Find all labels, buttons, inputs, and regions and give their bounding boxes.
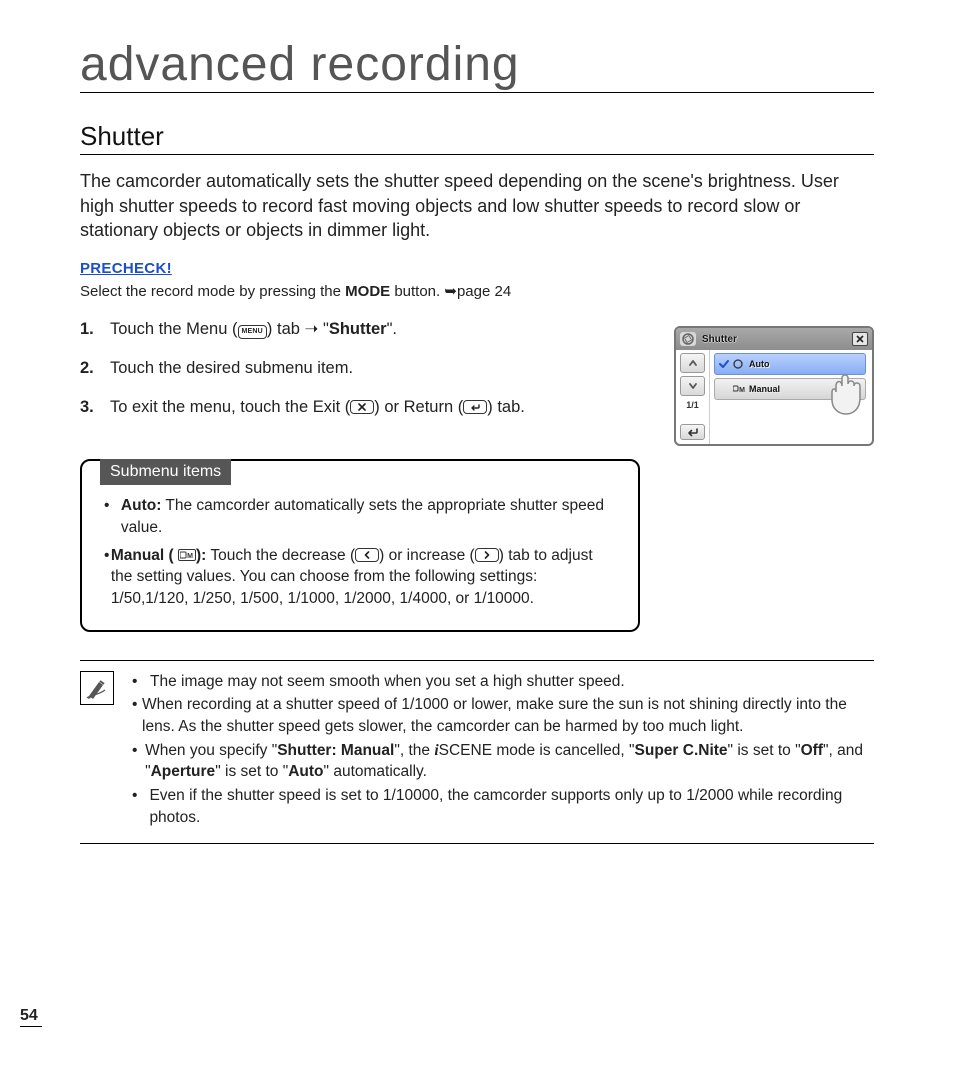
menu-button-icon: MENU bbox=[238, 325, 267, 339]
manual-page: advanced recording Shutter The camcorder… bbox=[0, 0, 954, 1091]
note-item: •When recording at a shutter speed of 1/… bbox=[132, 694, 874, 737]
step-text: ) or Return ( bbox=[374, 398, 463, 416]
precheck-pre: Select the record mode by pressing the bbox=[80, 283, 345, 300]
step-body: Touch the desired submenu item. bbox=[110, 356, 353, 381]
bullet-icon: • bbox=[132, 740, 145, 783]
device-options: Auto M Manual bbox=[710, 350, 872, 444]
manual-mode-icon: M bbox=[733, 384, 745, 394]
exit-button-icon bbox=[350, 400, 374, 414]
manual-mode-icon: M bbox=[178, 549, 196, 561]
device-page-indicator: 1/1 bbox=[676, 400, 709, 418]
notes-block: •The image may not seem smooth when you … bbox=[80, 660, 874, 844]
note-item: •Even if the shutter speed is set to 1/1… bbox=[132, 785, 874, 828]
device-option-label: Auto bbox=[749, 359, 770, 369]
device-down-button[interactable] bbox=[680, 376, 705, 396]
section-title: Shutter bbox=[80, 121, 874, 155]
submenu-tab: Submenu items bbox=[100, 459, 231, 485]
submenu-manual-mid: ) or increase ( bbox=[379, 547, 475, 564]
page-number: 54 bbox=[20, 1007, 42, 1027]
precheck-page-ref: page 24 bbox=[457, 283, 511, 300]
return-button-icon bbox=[463, 400, 487, 414]
svg-text:M: M bbox=[739, 387, 745, 394]
bullet-icon: • bbox=[104, 545, 111, 610]
arrow-icon: ➝ bbox=[305, 320, 319, 338]
note-item: •The image may not seem smooth when you … bbox=[132, 671, 874, 693]
note-text: The image may not seem smooth when you s… bbox=[150, 671, 625, 693]
submenu-auto-label: Auto: bbox=[121, 497, 161, 514]
device-sidebar: 1/1 bbox=[676, 350, 710, 444]
chapter-title: advanced recording bbox=[80, 40, 874, 93]
submenu-item-manual: • Manual ( M): Touch the decrease ( ) or … bbox=[104, 545, 618, 610]
precheck-label: PRECHECK! bbox=[80, 260, 874, 277]
note-text: When recording at a shutter speed of 1/1… bbox=[142, 694, 874, 737]
step-text: Touch the Menu ( bbox=[110, 320, 238, 338]
note-item: • When you specify "Shutter: Manual", th… bbox=[132, 740, 874, 783]
step-body: To exit the menu, touch the Exit ( ) or R… bbox=[110, 395, 525, 420]
note-icon bbox=[80, 671, 114, 705]
svg-text:M: M bbox=[187, 553, 193, 560]
step-number: 3. bbox=[80, 395, 100, 420]
decrease-button-icon bbox=[355, 548, 379, 562]
submenu-manual-label: Manual ( M): bbox=[111, 547, 207, 564]
device-option-label: Manual bbox=[749, 384, 780, 394]
step-body: Touch the Menu (MENU) tab ➝ "Shutter". bbox=[110, 317, 397, 342]
device-header-title: Shutter bbox=[702, 334, 846, 345]
device-screenshot: Shutter 1/1 Auto M Manual bbox=[674, 326, 874, 446]
mode-word: MODE bbox=[345, 283, 390, 300]
device-up-button[interactable] bbox=[680, 353, 705, 373]
bullet-icon: • bbox=[132, 671, 150, 693]
increase-button-icon bbox=[475, 548, 499, 562]
aperture-icon bbox=[680, 332, 696, 346]
submenu-item-auto: • Auto: The camcorder automatically sets… bbox=[104, 495, 618, 538]
check-icon bbox=[719, 359, 729, 369]
pointing-hand-icon bbox=[826, 368, 882, 418]
note-text: When you specify "Shutter: Manual", the … bbox=[145, 740, 874, 783]
step-text: " bbox=[318, 320, 328, 338]
notes-list: •The image may not seem smooth when you … bbox=[132, 669, 874, 829]
bullet-icon: • bbox=[104, 495, 121, 538]
step-text: ". bbox=[387, 320, 397, 338]
device-close-button[interactable] bbox=[852, 332, 868, 346]
submenu-auto-desc: The camcorder automatically sets the app… bbox=[121, 497, 604, 536]
intro-paragraph: The camcorder automatically sets the shu… bbox=[80, 169, 874, 242]
arrow-icon: ➥ bbox=[444, 283, 457, 300]
device-return-button[interactable] bbox=[680, 424, 705, 440]
bullet-icon: • bbox=[132, 694, 142, 737]
note-text: Even if the shutter speed is set to 1/10… bbox=[149, 785, 874, 828]
step-text: ) tab. bbox=[487, 398, 525, 416]
step-number: 1. bbox=[80, 317, 100, 342]
submenu-box: Submenu items • Auto: The camcorder auto… bbox=[80, 459, 640, 631]
step-number: 2. bbox=[80, 356, 100, 381]
step-text: To exit the menu, touch the Exit ( bbox=[110, 398, 350, 416]
precheck-text: Select the record mode by pressing the M… bbox=[80, 281, 874, 303]
aperture-icon bbox=[733, 359, 745, 369]
submenu-manual-pre: Touch the decrease ( bbox=[206, 547, 355, 564]
submenu-desc: Auto: The camcorder automatically sets t… bbox=[121, 495, 618, 538]
step-text: ) tab bbox=[267, 320, 305, 338]
bullet-icon: • bbox=[132, 785, 149, 828]
submenu-desc: Manual ( M): Touch the decrease ( ) or in… bbox=[111, 545, 618, 610]
precheck-post: button. bbox=[390, 283, 444, 300]
step-target: Shutter bbox=[329, 320, 387, 338]
device-header: Shutter bbox=[676, 328, 872, 350]
